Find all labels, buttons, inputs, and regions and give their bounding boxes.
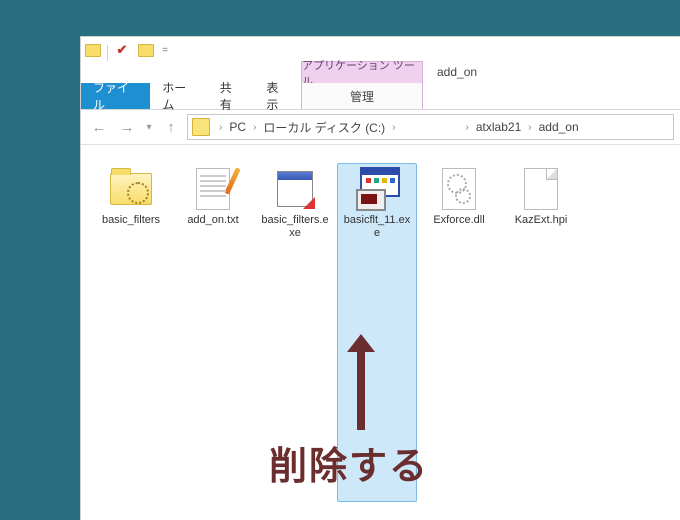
dll-file-icon [438, 168, 480, 210]
application-icon [274, 168, 316, 210]
generic-file-icon [520, 168, 562, 210]
tab-manage[interactable]: 管理 [301, 83, 423, 109]
breadcrumb-sep: › [250, 122, 259, 133]
file-item-exforce-dll[interactable]: Exforce.dll [419, 163, 499, 502]
breadcrumb-sep: › [525, 122, 534, 133]
file-name: basic_filters.exe [259, 214, 331, 240]
file-item-basic-filters-folder[interactable]: basic_filters [91, 163, 171, 502]
annotation-arrow [357, 350, 365, 430]
file-item-kazext-hpi[interactable]: KazExt.hpi [501, 163, 581, 502]
arrow-up-icon: ↑ [167, 119, 175, 136]
nav-up-button[interactable]: ↑ [159, 115, 183, 139]
qa-folder-button[interactable] [81, 39, 105, 61]
window-title: add_on [423, 61, 477, 83]
breadcrumb-addon[interactable]: add_on [537, 120, 581, 134]
file-name: KazExt.hpi [515, 214, 568, 227]
context-tab-header: アプリケーション ツール [301, 61, 423, 83]
breadcrumb-sep: › [463, 122, 472, 133]
nav-back-button[interactable]: ← [87, 115, 111, 139]
checkmark-icon: ✔ [117, 42, 128, 58]
folder-icon [192, 118, 210, 136]
text-file-icon [192, 168, 234, 210]
qa-new-folder-button[interactable] [134, 39, 158, 61]
arrow-left-icon: ← [92, 119, 107, 136]
tab-file[interactable]: ファイル [81, 83, 150, 109]
nav-recent-dropdown[interactable]: ▾ [143, 115, 155, 139]
file-name: add_on.txt [187, 214, 238, 227]
annotation-text: 削除する [269, 435, 429, 490]
qa-separator [107, 45, 108, 61]
breadcrumb-pc[interactable]: PC [227, 120, 248, 134]
tab-view[interactable]: 表示 [254, 83, 301, 109]
qa-customize-dropdown[interactable]: = [158, 39, 172, 61]
folder-icon [138, 44, 154, 57]
file-pane[interactable]: basic_filters add_on.txt basic_filters.e… [81, 145, 680, 520]
breadcrumb-atxlab[interactable]: atxlab21 [474, 120, 523, 134]
application-icon [356, 168, 398, 210]
address-bar-row: ← → ▾ ↑ › PC › ローカル ディスク (C:) › › atxlab… [81, 110, 680, 145]
tab-home[interactable]: ホーム [150, 83, 208, 109]
tab-share[interactable]: 共有 [208, 83, 255, 109]
explorer-window: ✔ = アプリケーション ツール add_on ファイル ホーム 共有 表示 管… [80, 36, 680, 520]
chevron-down-icon: = [162, 45, 168, 56]
file-name: basic_filters [102, 214, 160, 227]
nav-forward-button[interactable]: → [115, 115, 139, 139]
file-name: Exforce.dll [433, 214, 484, 227]
address-bar[interactable]: › PC › ローカル ディスク (C:) › › atxlab21 › add… [187, 114, 674, 140]
folder-icon [110, 168, 152, 210]
ribbon-tabs: ファイル ホーム 共有 表示 管理 [81, 83, 680, 110]
folder-icon [85, 44, 101, 57]
breadcrumb-drive[interactable]: ローカル ディスク (C:) [261, 119, 387, 136]
file-item-addon-txt[interactable]: add_on.txt [173, 163, 253, 502]
breadcrumb-sep: › [389, 122, 398, 133]
breadcrumb-sep: › [216, 122, 225, 133]
file-name: basicflt_11.exe [341, 214, 413, 240]
qa-properties-button[interactable]: ✔ [110, 39, 134, 61]
arrow-right-icon: → [120, 119, 135, 136]
chevron-down-icon: ▾ [146, 122, 151, 133]
